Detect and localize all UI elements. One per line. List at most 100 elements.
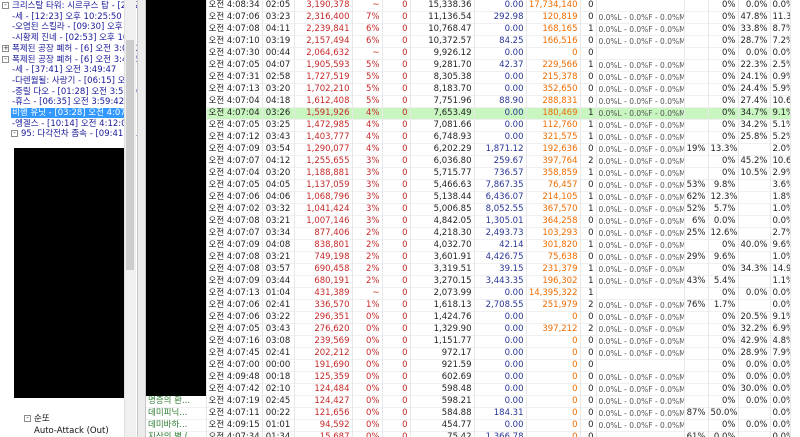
damage-percent-cell: 3% — [352, 167, 383, 180]
collapse-icon[interactable]: - — [24, 415, 31, 422]
table-row[interactable]: 오전 4:07:07 04:12 1,255,655 3% 0 6,036.80 259.6… — [146, 155, 791, 168]
dps-cell: 75.42 — [410, 431, 475, 437]
table-row[interactable]: 데미바하...오전 4:09:4800:18125,3590%0602.690.… — [146, 371, 791, 384]
table-row[interactable]: 지상의 별 (... 오전 4:07:34 01:34 15,687 0% 0 75.42 1… — [146, 431, 791, 437]
overheal-cell: 9.6% — [708, 251, 739, 264]
tree-node[interactable]: -엥겔스 - [10:14] 오전 4:12:06 — [11, 119, 133, 130]
start-time-cell: 오전 4:07:07 — [206, 227, 263, 240]
tree-node[interactable]: Auto-Attack (Out) — [33, 426, 110, 437]
damage-cell: 877,406 — [294, 227, 353, 240]
overheal-cell: 0% — [708, 347, 739, 360]
kills-cell: 0 — [382, 47, 411, 60]
overheal-cell: 0% — [708, 383, 739, 396]
hps-cell: 42.37 — [474, 59, 527, 72]
dps-cell: 5,466.63 — [410, 179, 475, 192]
crit-percent-cell: 32.2% — [738, 323, 771, 336]
table-row[interactable]: 오전 4:07:08 03:57 690,458 2% 0 3,319.51 39.15 23… — [146, 263, 791, 276]
tree-node[interactable]: - 폭제된 공장 폐허 - [6] 오전 3:47:59 — [2, 55, 137, 66]
kills-cell: 0 — [382, 323, 411, 336]
table-row[interactable]: 순또오전 4:07:0503:43276,6200%01,329.900.003… — [146, 323, 791, 336]
deaths-cell: 1 — [580, 287, 597, 300]
table-row[interactable]: Limit Break오전 4:07:0000:00191,6900%0921.… — [146, 359, 791, 372]
collapse-icon[interactable]: - — [11, 130, 18, 138]
table-row[interactable]: 오전 4:07:07 03:34 877,406 2% 0 4,218.30 2,493.7… — [146, 227, 791, 240]
start-time-cell: 오전 4:07:34 — [206, 431, 263, 437]
table-row[interactable]: 오전 4:07:10 03:19 2,157,494 6% 0 10,372.57 84.2… — [146, 35, 791, 48]
tree-node[interactable]: + 폭제된 공장 폐허 - [6] 오전 3:01:22 — [2, 44, 137, 55]
kills-cell: 0 — [382, 383, 411, 396]
table-row[interactable]: 오전 4:07:09 03:44 680,191 2% 0 3,270.15 3,443.3… — [146, 275, 791, 288]
table-row[interactable]: 데미바하... 오전 4:09:15 01:01 94,592 0% 0 454.77 0.0… — [146, 419, 791, 432]
hps-cell: 0.00 — [474, 323, 527, 336]
dps-cell: 1,329.90 — [410, 323, 475, 336]
crit-percent-cell: 40.0% — [738, 239, 771, 252]
tree-node[interactable]: -휴스 - [06:35] 오전 3:59:42 — [11, 97, 125, 108]
table-row[interactable]: 오전 4:07:31 02:58 1,727,519 5% 0 8,305.38 0.00 2… — [146, 71, 791, 84]
table-row[interactable]: 오전 4:07:05 04:05 1,137,059 3% 0 5,466.63 7,867… — [146, 179, 791, 192]
table-row[interactable]: 오전 4:07:06 04:06 1,068,796 3% 0 5,138.44 6,436… — [146, 191, 791, 204]
table-row[interactable]: 오전 4:07:08 04:11 2,239,841 6% 0 10,768.47 0.00… — [146, 23, 791, 36]
tree-scroll-thumb[interactable] — [126, 40, 134, 270]
table-row[interactable]: 카벙클 에...오전 4:07:0603:22296,3510%01,424.7… — [146, 311, 791, 324]
table-row[interactable]: 오전 4:07:08 03:21 749,198 2% 0 3,601.91 4,426.7… — [146, 251, 791, 264]
tree-node[interactable]: - 크리스탈 타워: 시르쿠스 탑 - [2] 오 — [2, 1, 137, 12]
tree-node[interactable]: -95: 다각전차 좀속 - [09:41] 오전 — [11, 129, 137, 140]
heal-percent-cell — [684, 371, 709, 384]
table-row[interactable]: 오전 4:07:04 03:20 1,188,881 3% 0 5,715.77 736.5… — [146, 167, 791, 180]
segment-cell: 0.0%L - 0.0%F - 0.0%M — [596, 203, 685, 216]
collapse-icon[interactable]: - — [2, 2, 9, 9]
deaths-cell: 0 — [580, 419, 597, 432]
collapse-icon[interactable]: - — [2, 55, 9, 63]
tree-node[interactable]: -오염된 스킬라 - [09:30] 오후 10: — [11, 22, 137, 33]
table-row[interactable]: 카벙클 에...오전 4:07:4502:41202,2120%0972.170… — [146, 347, 791, 360]
tree-node[interactable]: -중릴 다오 - [01:28] 오전 3:57:0 — [11, 87, 137, 98]
table-row[interactable]: 오전 4:07:09 03:54 1,290,077 4% 0 6,202.29 1,871… — [146, 143, 791, 156]
table-row[interactable]: 데미피닉... 오전 4:07:11 00:22 121,656 0% 0 584.88 18… — [146, 407, 791, 420]
table-row[interactable]: 오전 4:07:05 03:25 1,472,985 4% 0 7,081.66 0.00 1… — [146, 119, 791, 132]
damage-percent-cell: 0% — [352, 359, 383, 372]
table-row[interactable]: 명증의 환... 오전 4:07:19 02:45 124,427 0% 0 598.21 0… — [146, 395, 791, 408]
damage-cell: 680,191 — [294, 275, 353, 288]
table-row[interactable]: 오전 4:07:08 03:21 1,007,146 3% 0 4,842.05 1,305… — [146, 215, 791, 228]
pane-splitter[interactable] — [138, 0, 146, 437]
table-row[interactable]: 오전 4:07:04 04:18 1,612,408 5% 0 7,751.96 88.90… — [146, 95, 791, 108]
table-row[interactable]: 오전 4:07:09 04:08 838,801 2% 0 4,032.70 42.14 30… — [146, 239, 791, 252]
crit-percent-cell — [738, 215, 771, 228]
table-row[interactable]: 자동인형 ...오전 4:07:4202:10124,4840%0598.480… — [146, 383, 791, 396]
hps-cell: 0.00 — [474, 0, 527, 12]
table-row[interactable]: 오전 4:07:30 00:44 2,064,632 ~0 9,926.12 0.00 0 0… — [146, 47, 791, 60]
damage-percent-cell: 0% — [352, 335, 383, 348]
table-row[interactable]: 자동인형 ...오전 4:07:1603:08239,5690%01,151.7… — [146, 335, 791, 348]
combatant-table: 오전 4:08:34 02:05 3,190,378 ~0 15,338.36 0.00 1… — [146, 0, 791, 437]
tree-node[interactable]: -시황제 진네 - [02:53] 오후 10: — [11, 33, 132, 44]
table-row[interactable]: 오전 4:07:02 03:32 1,041,424 3% 0 5,006.85 8,052… — [146, 203, 791, 216]
damage-cell: 121,656 — [294, 407, 353, 420]
table-row[interactable]: 카벙클 루...오전 4:07:0602:41336,5701%01,618.1… — [146, 299, 791, 312]
table-row[interactable]: 오전 4:07:13 03:20 1,702,210 5% 0 8,183.70 0.00 3… — [146, 83, 791, 96]
crit-percent-cell — [738, 275, 771, 288]
overheal-cell: 5.4% — [708, 275, 739, 288]
start-time-cell: 오전 4:07:16 — [206, 335, 263, 348]
table-row[interactable]: 오전 4:07:12 03:43 1,403,777 4% 0 6,748.93 0.00 3… — [146, 131, 791, 144]
crit-percent-cell: 30.0% — [738, 383, 771, 396]
tree-node-selected[interactable]: 비행 유닛 - [03:28] 오전 4:07:0 — [11, 108, 135, 119]
deaths-cell: 0 — [580, 407, 597, 420]
tree-node[interactable]: -세 - [12:23] 오후 10:25:50 — [11, 12, 123, 23]
direct-hit-cell: 0.0% — [770, 215, 791, 228]
table-row[interactable]: 오전 4:07:13 01:04 431,389 ~0 2,073.99 0.00 14,3… — [146, 287, 791, 300]
expand-icon[interactable]: + — [2, 44, 9, 52]
deaths-cell: 1 — [580, 275, 597, 288]
table-row-highlighted[interactable]: 오전 4:07:04 03:26 1,591,926 4% 0 7,653.49 0.00 1… — [146, 107, 791, 120]
tree-node[interactable]: -세 - [37:41] 오전 3:49:47 — [11, 65, 117, 76]
table-row[interactable]: 오전 4:07:06 03:23 2,316,400 7% 0 11,136.54 292.… — [146, 11, 791, 24]
duration-cell: 03:44 — [262, 275, 295, 288]
table-row[interactable]: 오전 4:07:05 04:07 1,905,593 5% 0 9,281.70 42.37… — [146, 59, 791, 72]
tree-node[interactable]: -다렌월될: 사랑기 - [06:15] 오전 — [11, 76, 134, 87]
tree-node[interactable]: - 순또 — [24, 414, 51, 425]
damage-percent-cell: ~ — [352, 0, 383, 12]
duration-cell: 03:20 — [262, 83, 295, 96]
segment-cell: 0.0%L - 0.0%F - 0.0%M — [596, 35, 685, 48]
deaths-cell: 1 — [580, 191, 597, 204]
table-row[interactable]: 오전 4:08:34 02:05 3,190,378 ~0 15,338.36 0.00 1… — [146, 0, 791, 12]
heal-percent-cell — [684, 395, 709, 408]
